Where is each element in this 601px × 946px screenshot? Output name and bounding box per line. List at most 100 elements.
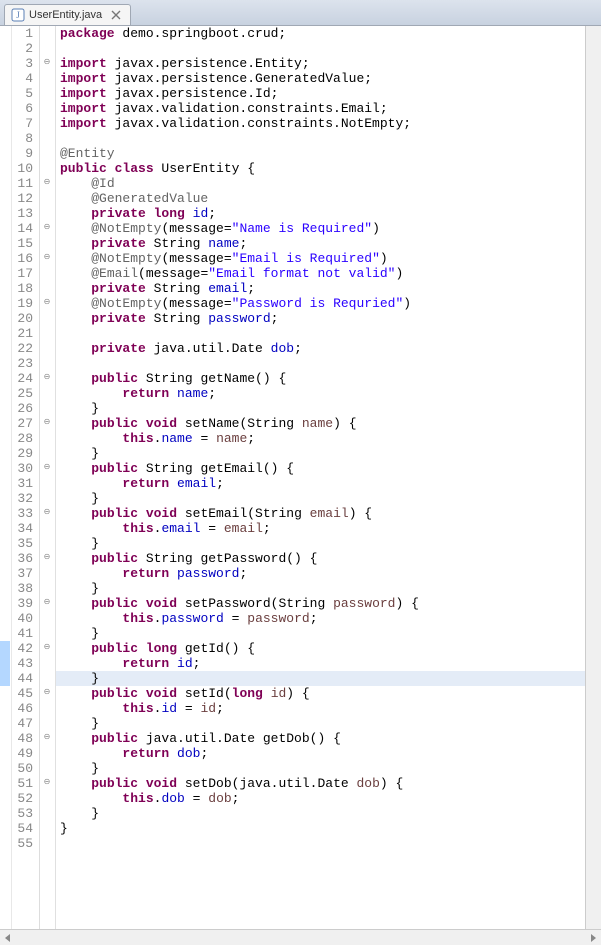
code-line[interactable]: return name; <box>56 386 585 401</box>
code-line[interactable]: package demo.springboot.crud; <box>56 26 585 41</box>
code-line[interactable]: @Email(message="Email format not valid") <box>56 266 585 281</box>
code-line[interactable]: public void setDob(java.util.Date dob) { <box>56 776 585 791</box>
code-line[interactable] <box>56 356 585 371</box>
code-line[interactable]: } <box>56 806 585 821</box>
code-line[interactable]: public String getEmail() { <box>56 461 585 476</box>
code-line[interactable]: } <box>56 626 585 641</box>
fold-marker-column: ⊖ ⊖ ⊖ ⊖ ⊖ ⊖ ⊖ ⊖ ⊖ ⊖ ⊖ ⊖ ⊖ ⊖ ⊖ <box>40 26 56 929</box>
code-line[interactable]: return email; <box>56 476 585 491</box>
line-number: 41 <box>12 626 33 641</box>
code-line[interactable]: import javax.persistence.Entity; <box>56 56 585 71</box>
line-number: 26 <box>12 401 33 416</box>
fold-marker-icon[interactable]: ⊖ <box>42 298 52 308</box>
code-line[interactable] <box>56 836 585 851</box>
code-line[interactable]: public String getPassword() { <box>56 551 585 566</box>
code-line[interactable]: } <box>56 821 585 836</box>
line-number: 53 <box>12 806 33 821</box>
code-line[interactable]: private long id; <box>56 206 585 221</box>
code-line[interactable]: import javax.validation.constraints.NotE… <box>56 116 585 131</box>
code-line[interactable]: @GeneratedValue <box>56 191 585 206</box>
editor-tabbar: J UserEntity.java <box>0 0 601 26</box>
fold-marker-icon[interactable]: ⊖ <box>42 688 52 698</box>
code-line[interactable]: } <box>56 716 585 731</box>
code-line[interactable]: public void setEmail(String email) { <box>56 506 585 521</box>
code-line[interactable]: this.email = email; <box>56 521 585 536</box>
code-line[interactable]: @Id <box>56 176 585 191</box>
code-line[interactable]: } <box>56 671 585 686</box>
line-number: 34 <box>12 521 33 536</box>
code-line[interactable]: @NotEmpty(message="Email is Required") <box>56 251 585 266</box>
code-line[interactable]: public class UserEntity { <box>56 161 585 176</box>
code-line[interactable]: import javax.persistence.Id; <box>56 86 585 101</box>
code-line[interactable]: public java.util.Date getDob() { <box>56 731 585 746</box>
scroll-left-icon[interactable] <box>0 930 16 946</box>
fold-marker-icon[interactable]: ⊖ <box>42 463 52 473</box>
line-number: 9 <box>12 146 33 161</box>
close-icon[interactable] <box>110 9 122 21</box>
fold-marker-icon[interactable]: ⊖ <box>42 418 52 428</box>
vertical-scrollbar[interactable] <box>585 26 601 929</box>
code-line[interactable]: private String name; <box>56 236 585 251</box>
line-number: 37 <box>12 566 33 581</box>
fold-marker-icon[interactable]: ⊖ <box>42 598 52 608</box>
line-number: 39 <box>12 596 33 611</box>
code-line[interactable]: public void setName(String name) { <box>56 416 585 431</box>
code-line[interactable]: import javax.validation.constraints.Emai… <box>56 101 585 116</box>
code-line[interactable]: public String getName() { <box>56 371 585 386</box>
code-line[interactable]: } <box>56 446 585 461</box>
left-ruler <box>0 26 12 929</box>
line-number: 43 <box>12 656 33 671</box>
code-line[interactable]: public void setPassword(String password)… <box>56 596 585 611</box>
code-line[interactable]: private java.util.Date dob; <box>56 341 585 356</box>
line-number: 44 <box>12 671 33 686</box>
code-line[interactable] <box>56 131 585 146</box>
code-line[interactable]: @Entity <box>56 146 585 161</box>
code-line[interactable]: } <box>56 491 585 506</box>
code-editor[interactable]: 1234567891011121314151617181920212223242… <box>0 26 601 929</box>
code-line[interactable]: } <box>56 401 585 416</box>
code-line[interactable]: this.name = name; <box>56 431 585 446</box>
line-number: 32 <box>12 491 33 506</box>
line-number: 49 <box>12 746 33 761</box>
line-number: 55 <box>12 836 33 851</box>
code-line[interactable]: return password; <box>56 566 585 581</box>
fold-marker-icon[interactable]: ⊖ <box>42 733 52 743</box>
horizontal-scrollbar[interactable] <box>0 929 601 945</box>
fold-marker-icon[interactable]: ⊖ <box>42 223 52 233</box>
code-line[interactable]: } <box>56 536 585 551</box>
java-file-icon: J <box>11 8 25 22</box>
line-number: 48 <box>12 731 33 746</box>
scroll-right-icon[interactable] <box>585 930 601 946</box>
code-line[interactable]: } <box>56 761 585 776</box>
code-line[interactable]: this.dob = dob; <box>56 791 585 806</box>
fold-marker-icon[interactable]: ⊖ <box>42 58 52 68</box>
fold-marker-icon[interactable]: ⊖ <box>42 553 52 563</box>
line-number: 12 <box>12 191 33 206</box>
fold-marker-icon[interactable]: ⊖ <box>42 373 52 383</box>
code-line[interactable]: @NotEmpty(message="Name is Required") <box>56 221 585 236</box>
code-line[interactable]: this.password = password; <box>56 611 585 626</box>
line-number: 8 <box>12 131 33 146</box>
fold-marker-icon[interactable]: ⊖ <box>42 253 52 263</box>
fold-marker-icon[interactable]: ⊖ <box>42 778 52 788</box>
code-line[interactable]: public long getId() { <box>56 641 585 656</box>
code-line[interactable]: return id; <box>56 656 585 671</box>
editor-tab[interactable]: J UserEntity.java <box>4 4 131 25</box>
fold-marker-icon[interactable]: ⊖ <box>42 643 52 653</box>
code-line[interactable] <box>56 326 585 341</box>
change-marker <box>0 641 10 686</box>
fold-marker-icon[interactable]: ⊖ <box>42 178 52 188</box>
code-line[interactable]: return dob; <box>56 746 585 761</box>
code-line[interactable]: private String password; <box>56 311 585 326</box>
code-line[interactable]: } <box>56 581 585 596</box>
code-line[interactable]: public void setId(long id) { <box>56 686 585 701</box>
code-area[interactable]: package demo.springboot.crud; import java… <box>56 26 585 929</box>
code-line[interactable] <box>56 41 585 56</box>
line-number: 5 <box>12 86 33 101</box>
fold-marker-icon[interactable]: ⊖ <box>42 508 52 518</box>
line-number: 14 <box>12 221 33 236</box>
code-line[interactable]: private String email; <box>56 281 585 296</box>
code-line[interactable]: @NotEmpty(message="Password is Requried"… <box>56 296 585 311</box>
code-line[interactable]: import javax.persistence.GeneratedValue; <box>56 71 585 86</box>
code-line[interactable]: this.id = id; <box>56 701 585 716</box>
